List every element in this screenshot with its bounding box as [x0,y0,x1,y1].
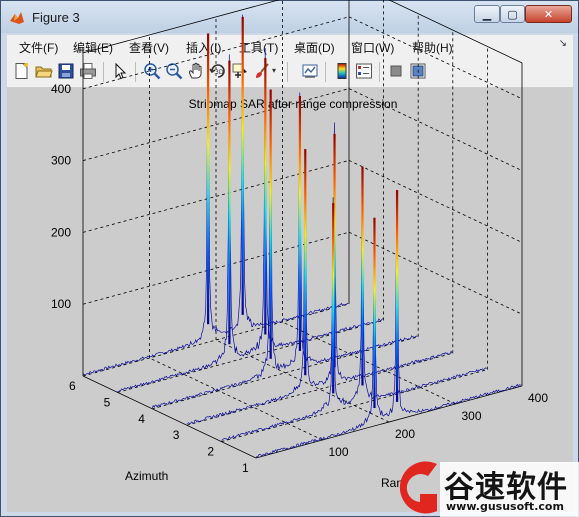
mesh-line-azimuth-5 [117,48,384,393]
x-axis-label: Azimuth [125,469,168,483]
z-tick-label: 400 [51,82,71,96]
peak-spike [373,217,376,409]
azimuth-tick-label: 1 [242,461,249,475]
range-tick-label: 100 [329,445,349,459]
peak-spike [228,60,231,345]
range-tick-label: 400 [528,391,548,405]
axis-edge [82,375,257,459]
mesh-line-azimuth-3 [186,122,453,425]
grid-line [348,88,523,171]
peak-spike [207,33,210,325]
z-tick-label: 200 [51,225,71,239]
peak-spike [241,16,244,315]
axes-box [82,0,523,459]
azimuth-tick-label: 4 [138,412,145,426]
peak-spike [264,58,267,335]
grid-lines [82,0,523,442]
mesh-surface [82,14,522,458]
watermark-url: www.gususoft.com [446,500,564,513]
mesh-line-azimuth-4 [151,92,418,409]
z-tick-label: 100 [51,297,71,311]
range-tick-label: 200 [395,427,415,441]
axis-edge [388,0,523,64]
mesh-plot[interactable]: 100200300400123456100200300400 Azimuth R… [0,0,579,517]
peak-spike [298,96,302,351]
azimuth-tick-label: 6 [69,379,76,393]
grid-line [348,16,523,100]
range-tick-label: 300 [462,409,482,423]
peak-spike [395,190,399,402]
azimuth-tick-label: 2 [207,445,214,459]
peak-spike [304,149,307,376]
peak-spike [332,203,335,394]
azimuth-tick-label: 5 [104,395,111,409]
z-tick-label: 300 [51,154,71,168]
mesh-line-azimuth-2 [221,187,487,441]
grid-line [117,320,384,393]
peak-spike [269,89,272,359]
grid-line [282,321,456,405]
peak-spike [361,166,364,386]
azimuth-tick-label: 3 [173,428,180,442]
